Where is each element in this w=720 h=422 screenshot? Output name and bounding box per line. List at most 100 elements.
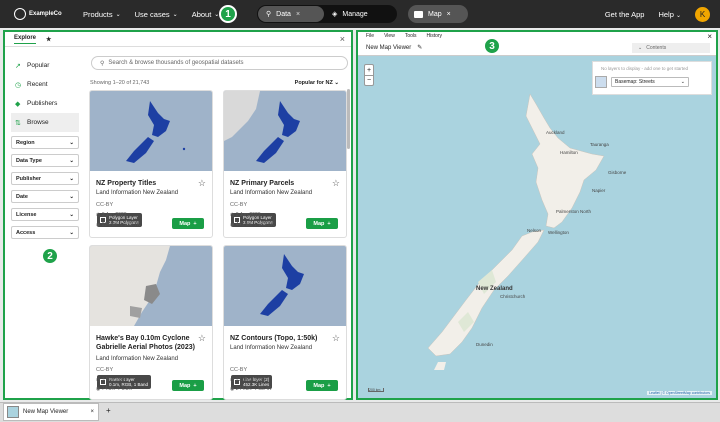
dataset-card[interactable]: Line layer (2) 452.3K Lines NZ Contours (… — [223, 245, 347, 400]
dataset-license: CC-BY — [96, 367, 114, 373]
dataset-publisher[interactable]: Land Information New Zealand — [96, 356, 178, 362]
search-input[interactable]: ⚲ Search & browse thousands of geospatia… — [91, 56, 348, 70]
close-icon[interactable]: × — [447, 11, 451, 18]
edit-icon[interactable]: ✎ — [417, 44, 422, 51]
dataset-publisher[interactable]: Land Information New Zealand — [230, 190, 312, 196]
sidebar-item-browse[interactable]: ⇅ Browse — [11, 113, 79, 132]
tab-map[interactable]: Map × — [408, 5, 468, 23]
filter-access[interactable]: Access ⌄ — [11, 226, 79, 239]
menu-history[interactable]: History — [427, 33, 443, 39]
help-menu[interactable]: Help ⌄ — [658, 10, 681, 19]
dataset-card[interactable]: Polygon Layer 2.3M Polygons NZ Property T… — [89, 90, 213, 238]
trend-icon: ↗ — [15, 63, 21, 70]
top-right-actions: Get the App Help ⌄ K — [605, 0, 710, 28]
star-icon[interactable]: ☆ — [198, 178, 206, 189]
explore-tabs: Explore ★ — [5, 32, 351, 47]
filter-license[interactable]: License ⌄ — [11, 208, 79, 221]
nav-use-cases-label: Use cases — [134, 9, 170, 19]
menu-tools[interactable]: Tools — [405, 33, 417, 39]
map-title[interactable]: New Map Viewer — [366, 45, 411, 51]
map-button[interactable]: Map + — [172, 218, 204, 229]
get-app-link[interactable]: Get the App — [605, 10, 645, 19]
sidebar-item-label: Popular — [27, 62, 50, 69]
basemap-thumbnail — [595, 76, 607, 88]
star-icon[interactable]: ☆ — [332, 333, 340, 344]
publisher-icon: ◆ — [15, 101, 21, 108]
chevron-down-icon: ⌄ — [675, 12, 681, 19]
plus-icon: + — [193, 382, 197, 389]
main-nav: Products ⌄ Use cases ⌄ About ⌄ — [83, 10, 219, 19]
map-attribution[interactable]: Leaflet | © OpenStreetMap contributors — [647, 391, 712, 395]
map-label-new-zealand: New Zealand — [476, 286, 513, 292]
contents-toggle[interactable]: ⌄ Contents — [632, 43, 710, 53]
dataset-license: CC-BY — [230, 202, 248, 208]
tab-data-label: Data — [276, 10, 291, 18]
tab-new-map-viewer[interactable]: New Map Viewer × — [3, 403, 99, 421]
filter-publisher[interactable]: Publisher ⌄ — [11, 172, 79, 185]
explore-sidebar: ↗ Popular ◷ Recent ◆ Publishers ⇅ Browse Reg… — [11, 56, 79, 244]
tab-map-label: Map — [428, 10, 442, 18]
tab-explore[interactable]: Explore — [14, 35, 37, 44]
tab-manage[interactable]: ◈ Manage — [324, 6, 376, 22]
basemap-select[interactable]: Basemap: Streets ⌄ — [611, 77, 689, 87]
add-tab-button[interactable]: + — [106, 406, 111, 415]
basemap-label: Basemap: Streets — [615, 79, 655, 85]
filter-data-type[interactable]: Data Type ⌄ — [11, 154, 79, 167]
logo[interactable]: ExampleCo — [14, 8, 69, 20]
filter-label: Access — [16, 229, 36, 236]
dataset-license: CC-BY — [96, 202, 114, 208]
dataset-stats: ◉ 443.9K ↓ 160.5K — [230, 222, 274, 228]
dataset-title[interactable]: NZ Contours (Topo, 1:50k) — [230, 334, 330, 343]
sidebar-item-publishers[interactable]: ◆ Publishers — [11, 94, 79, 113]
results-count: Showing 1–20 of 21,743 — [90, 80, 150, 86]
menu-file[interactable]: File — [366, 33, 374, 39]
star-icon[interactable]: ☆ — [332, 178, 340, 189]
avatar[interactable]: K — [695, 6, 710, 22]
logo-text: ExampleCo — [29, 11, 62, 17]
map-label-wellington: Wellington — [548, 230, 569, 235]
star-icon[interactable]: ★ — [46, 36, 51, 43]
filter-region[interactable]: Region ⌄ — [11, 136, 79, 149]
sort-select[interactable]: Popular for NZ ⌄ — [295, 80, 339, 86]
contents-label: Contents — [646, 45, 667, 51]
dataset-stats: ◉ 244.8K ↓ 65.4K — [230, 386, 271, 392]
downloads-count: 1.5K — [121, 386, 132, 392]
star-icon[interactable]: ☆ — [198, 333, 206, 344]
map-button[interactable]: Map + — [306, 218, 338, 229]
views-count: 924.9K — [101, 222, 118, 228]
nav-about[interactable]: About ⌄ — [192, 10, 220, 19]
chevron-down-icon: ⌄ — [69, 193, 74, 200]
dataset-title[interactable]: Hawke's Bay 0.10m Cyclone Gabrielle Aeri… — [96, 334, 196, 352]
dataset-thumbnail — [224, 246, 346, 326]
dataset-title[interactable]: NZ Property Titles — [96, 179, 196, 188]
close-icon[interactable]: × — [296, 11, 300, 18]
views-count: 244.8K — [235, 386, 252, 392]
scrollbar[interactable] — [347, 89, 350, 149]
map-button[interactable]: Map + — [172, 380, 204, 391]
close-icon[interactable]: × — [340, 34, 345, 44]
chevron-down-icon: ⌄ — [115, 11, 121, 18]
dataset-publisher[interactable]: Land Information New Zealand — [230, 345, 312, 351]
nav-products[interactable]: Products ⌄ — [83, 10, 121, 19]
search-icon: ⚲ — [100, 60, 105, 67]
zoom-in-button[interactable]: + — [365, 65, 373, 75]
filter-label: Date — [16, 193, 28, 200]
callout-badge-1: 1 — [219, 5, 237, 23]
menu-view[interactable]: View — [384, 33, 395, 39]
dataset-card[interactable]: Polygon Layer 2.6M Polygons NZ Primary Pa… — [223, 90, 347, 238]
chevron-down-icon: ⌄ — [69, 157, 74, 164]
tab-data[interactable]: ⚲ Data × — [258, 6, 324, 22]
dataset-title[interactable]: NZ Primary Parcels — [230, 179, 330, 188]
close-icon[interactable]: × — [90, 409, 94, 415]
dataset-publisher[interactable]: Land Information New Zealand — [96, 190, 178, 196]
zoom-out-button[interactable]: − — [365, 75, 373, 85]
dataset-card[interactable]: Raster Layer 0.1m, RGB, 1 Band Hawke's Ba… — [89, 245, 213, 400]
sidebar-item-recent[interactable]: ◷ Recent — [11, 75, 79, 94]
dataset-stats: ◉ 924.9K ↓ 139.7K — [96, 222, 140, 228]
map-button[interactable]: Map + — [306, 380, 338, 391]
layers-icon: ◈ — [332, 11, 338, 18]
nav-use-cases[interactable]: Use cases ⌄ — [135, 10, 178, 19]
filter-date[interactable]: Date ⌄ — [11, 190, 79, 203]
sidebar-item-popular[interactable]: ↗ Popular — [11, 56, 79, 75]
eye-icon: ◉ — [96, 386, 101, 392]
